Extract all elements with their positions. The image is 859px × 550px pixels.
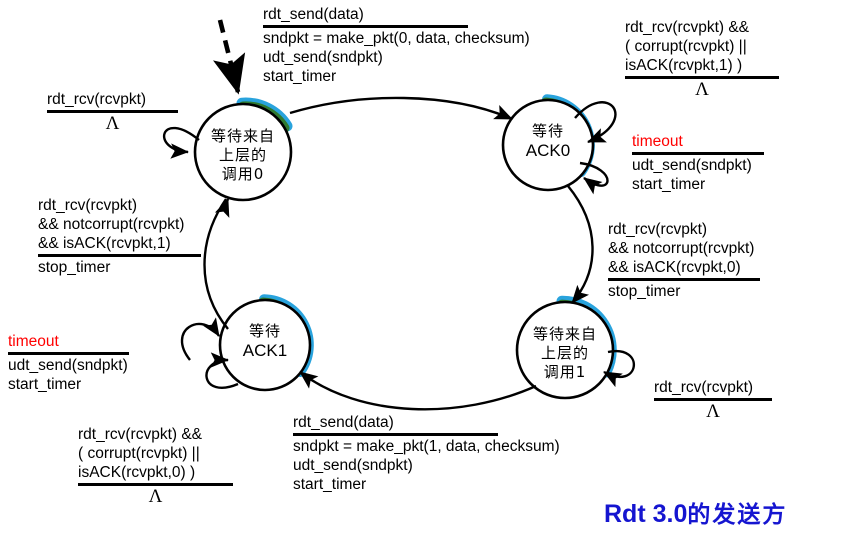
- label-topright-corrupt-den: Λ: [695, 79, 709, 100]
- edge-call0-to-ack0: [289, 96, 513, 121]
- label-right-rcv: rdt_rcv(rcvpkt) Λ: [654, 378, 772, 422]
- state-circle-wait-call-1: [515, 300, 615, 400]
- label-right-ack0: rdt_rcv(rcvpkt) && notcorrupt(rcvpkt) &&…: [608, 220, 760, 301]
- label-bottom-send1-den-1: udt_send(sndpkt): [293, 457, 413, 474]
- label-left-ack1-num-2: && isACK(rcvpkt,1): [38, 235, 171, 252]
- label-topright-corrupt-num-2: isACK(rcvpkt,1) ): [625, 57, 743, 74]
- state-circle-wait-call-0: [193, 102, 293, 202]
- label-right-rcv-num: rdt_rcv(rcvpkt): [654, 379, 754, 396]
- diagram-canvas: 等待来自 上层的 调用0 等待 ACK0 等待 ACK1 等待来自 上层的 调用…: [0, 0, 859, 550]
- state-circles: [193, 98, 615, 400]
- diagram-title: Rdt 3.0的发送方: [604, 495, 787, 529]
- label-top-send0-numerator: rdt_send(data): [263, 6, 364, 23]
- label-topright-corrupt-num-1: ( corrupt(rcvpkt) ||: [625, 38, 747, 55]
- label-right-ack0-divider: [608, 278, 760, 281]
- label-topright-corrupt-num-0: rdt_rcv(rcvpkt) &&: [625, 19, 750, 36]
- label-left-ack1-den: stop_timer: [38, 259, 111, 276]
- label-bottom-send1-den-2: start_timer: [293, 476, 367, 493]
- label-left-rcv-den: Λ: [105, 113, 120, 134]
- label-right-rcv-den: Λ: [706, 401, 720, 422]
- edge-ack1-to-call0: [203, 198, 229, 330]
- label-left-rcv: rdt_rcv(rcvpkt) Λ: [47, 90, 178, 134]
- edge-ack1-self-loop-left: [180, 317, 221, 361]
- label-right-timeout0-den-1: start_timer: [632, 176, 706, 193]
- label-topright-corrupt: rdt_rcv(rcvpkt) && ( corrupt(rcvpkt) || …: [625, 18, 779, 100]
- label-left-timeout1: timeout udt_send(sndpkt) start_timer: [8, 332, 129, 394]
- label-right-timeout0-den-0: udt_send(sndpkt): [632, 157, 752, 174]
- label-right-ack0-num-0: rdt_rcv(rcvpkt): [608, 221, 708, 238]
- label-top-send0-den-2: start_timer: [263, 68, 337, 85]
- label-left-ack1-num-1: && notcorrupt(rcvpkt): [38, 216, 185, 233]
- label-right-ack0-den: stop_timer: [608, 283, 681, 300]
- label-left-timeout1-den-1: start_timer: [8, 376, 82, 393]
- label-right-timeout0-divider: [632, 152, 764, 155]
- label-top-send0-den-1: udt_send(sndpkt): [263, 49, 383, 66]
- edge-call1-to-ack1: [299, 371, 537, 411]
- label-right-ack0-num-2: && isACK(rcvpkt,0): [608, 259, 741, 276]
- label-left-ack1-divider: [38, 254, 201, 257]
- label-bottom-send1-num: rdt_send(data): [293, 414, 394, 431]
- label-bottomleft-corrupt-den: Λ: [148, 486, 163, 507]
- label-left-timeout1-divider: [8, 352, 129, 355]
- diagram-title-latin: Rdt 3.0: [604, 500, 688, 528]
- initial-entry-arrow: [213, 19, 246, 95]
- label-right-ack0-num-1: && notcorrupt(rcvpkt): [608, 240, 755, 257]
- state-circle-wait-ack-1: [218, 298, 312, 392]
- label-left-timeout1-num: timeout: [8, 333, 59, 350]
- label-left-rcv-num: rdt_rcv(rcvpkt): [47, 91, 147, 108]
- label-left-ack1-num-0: rdt_rcv(rcvpkt): [38, 197, 138, 214]
- label-top-send0: rdt_send(data) sndpkt = make_pkt(0, data…: [263, 5, 530, 86]
- label-left-timeout1-den-0: udt_send(sndpkt): [8, 357, 128, 374]
- label-bottomleft-corrupt: rdt_rcv(rcvpkt) && ( corrupt(rcvpkt) || …: [78, 425, 233, 507]
- label-right-timeout0: timeout udt_send(sndpkt) start_timer: [632, 132, 764, 194]
- label-top-send0-den-0: sndpkt = make_pkt(0, data, checksum): [263, 30, 530, 47]
- label-bottomleft-corrupt-num-2: isACK(rcvpkt,0) ): [78, 464, 196, 481]
- label-bottom-send1: rdt_send(data) sndpkt = make_pkt(1, data…: [293, 413, 560, 494]
- label-bottom-send1-den-0: sndpkt = make_pkt(1, data, checksum): [293, 438, 560, 455]
- label-bottomleft-corrupt-num-0: rdt_rcv(rcvpkt) &&: [78, 426, 203, 443]
- label-right-timeout0-num: timeout: [632, 133, 683, 150]
- diagram-title-zh: 的发送方: [687, 502, 788, 528]
- label-top-send0-divider: [263, 25, 468, 28]
- label-left-ack1: rdt_rcv(rcvpkt) && notcorrupt(rcvpkt) &&…: [38, 196, 201, 277]
- edge-ack0-to-call1: [567, 185, 594, 304]
- label-bottom-send1-divider: [293, 433, 498, 436]
- label-bottomleft-corrupt-num-1: ( corrupt(rcvpkt) ||: [78, 445, 200, 462]
